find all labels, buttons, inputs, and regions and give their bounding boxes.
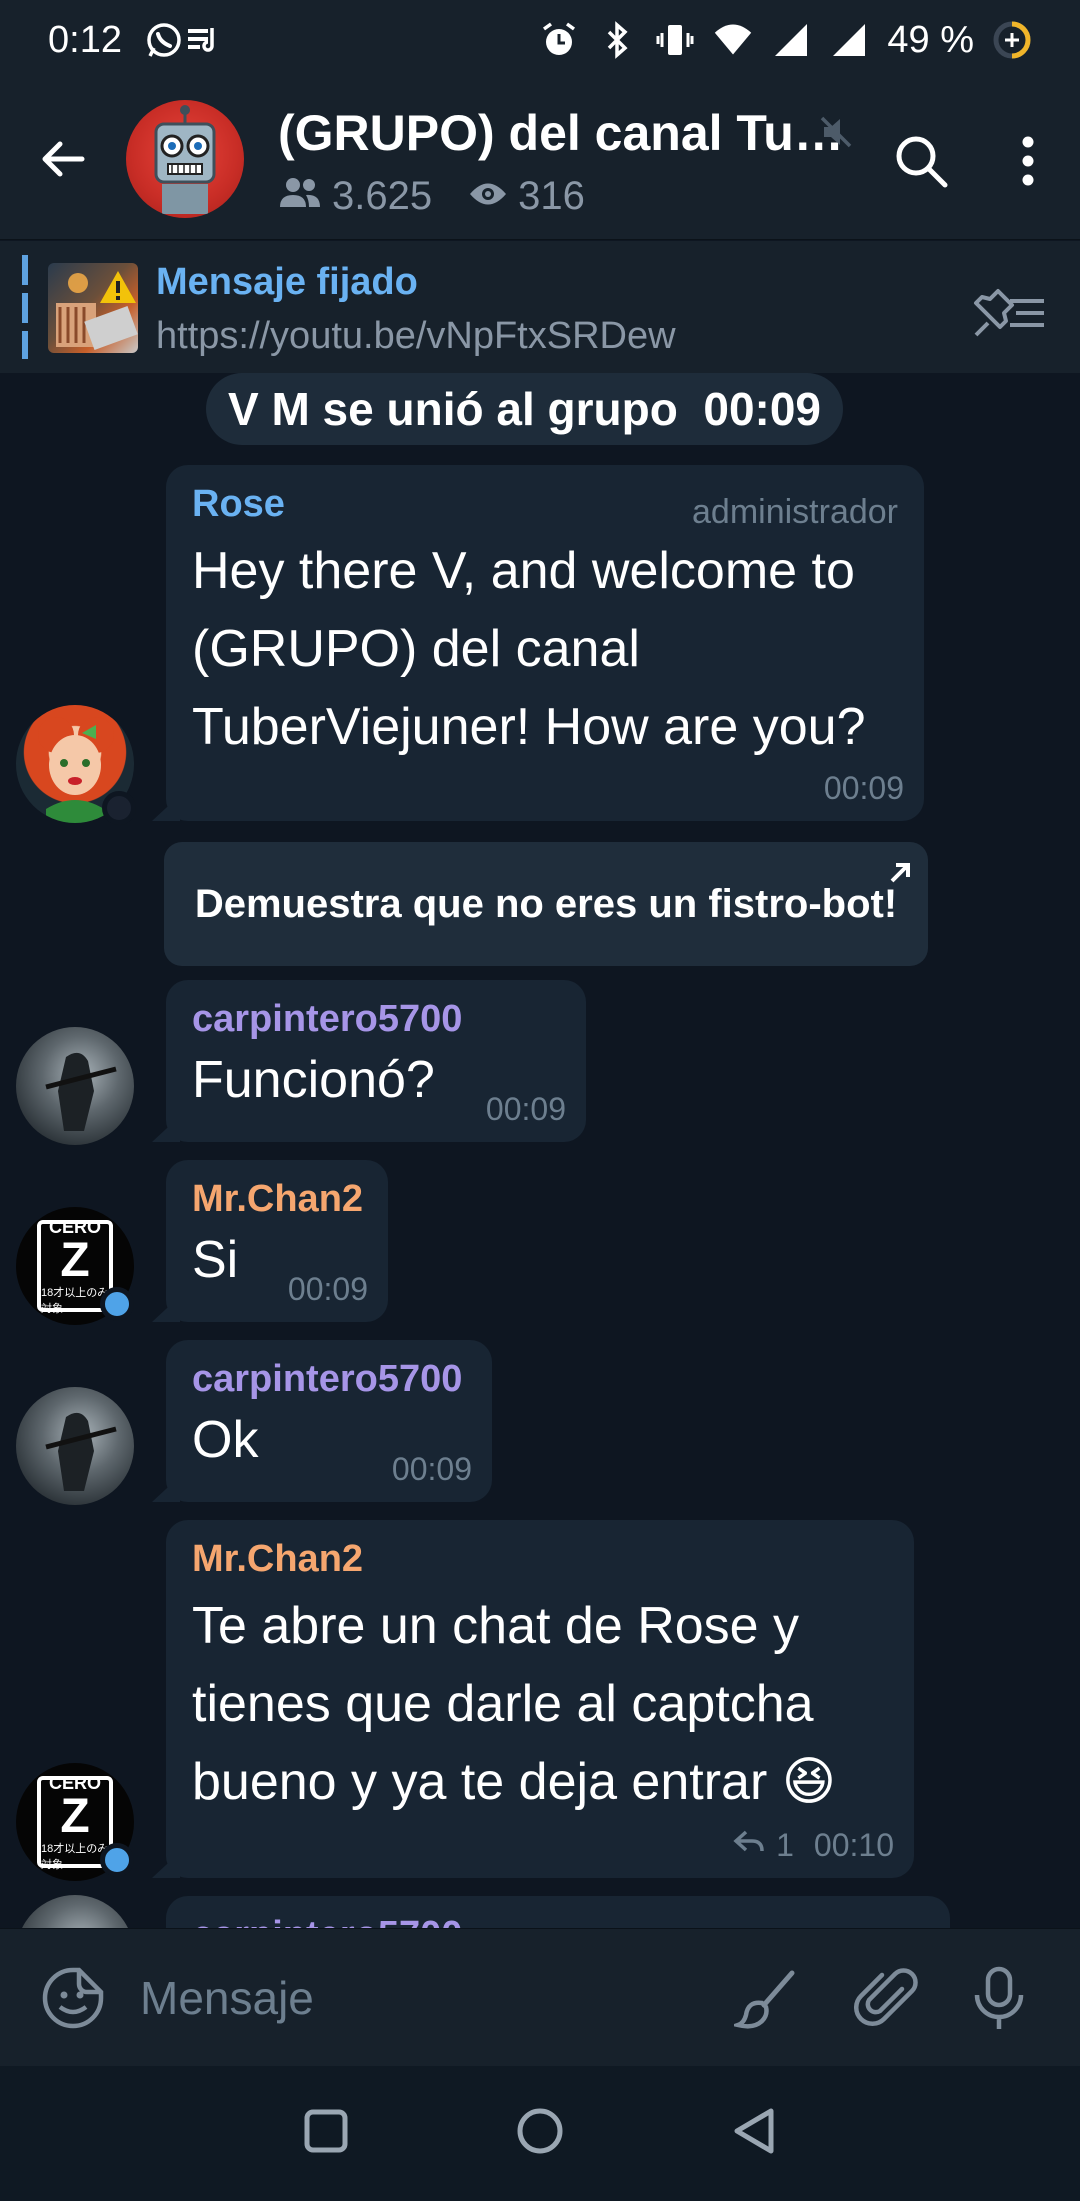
pinned-text[interactable]: https://youtu.be/vNpFtxSRDew: [156, 315, 676, 358]
message-time: 00:09: [823, 770, 904, 806]
message-bubble[interactable]: carpintero5700: [166, 1896, 950, 1928]
inline-keyboard-button[interactable]: Demuestra que no eres un fistro-bot!: [164, 842, 928, 966]
cero-mid: Z: [60, 1233, 90, 1287]
chat-subtitle: 3.625 316: [278, 174, 585, 219]
message-text: Hey there V, and welcome to (GRUPO) del …: [192, 542, 866, 756]
cero-bottom: 18才以上のみ対象: [41, 1286, 109, 1315]
whatsapp-icon: [144, 20, 184, 60]
avatar[interactable]: [16, 1387, 134, 1505]
sender-name[interactable]: Mr.Chan2: [192, 1178, 363, 1221]
message-time: 00:09: [485, 1091, 566, 1127]
bubble-tail: [152, 1852, 180, 1878]
group-avatar[interactable]: [126, 100, 244, 218]
cero-mid: Z: [60, 1789, 90, 1843]
eye-icon: [468, 174, 508, 219]
message-time: 00:09: [391, 1451, 472, 1487]
sender-name[interactable]: carpintero5700: [192, 998, 560, 1041]
mic-icon[interactable]: [964, 1963, 1034, 2033]
brush-icon[interactable]: [732, 1963, 802, 2033]
reply-icon[interactable]: [732, 1827, 766, 1864]
chat-title[interactable]: (GRUPO) del canal Tu…: [278, 104, 844, 162]
status-bar: 0:12 49 %: [0, 0, 1080, 80]
more-vert-icon[interactable]: [993, 126, 1063, 196]
reply-count[interactable]: 1: [776, 1827, 794, 1864]
message-input[interactable]: [140, 1959, 700, 2037]
sender-name[interactable]: carpintero5700: [192, 1358, 466, 1401]
wifi-icon: [713, 20, 753, 60]
sender-name[interactable]: Mr.Chan2: [192, 1538, 888, 1581]
message-bubble[interactable]: carpintero5700 Ok 00:09: [152, 1340, 492, 1502]
members-count: 3.625: [332, 174, 433, 218]
bluetooth-icon: [597, 20, 637, 60]
mute-icon: [818, 114, 854, 155]
admin-badge: administrador: [692, 493, 898, 531]
signal-icon: [829, 20, 869, 60]
nav-home-icon[interactable]: [515, 2106, 565, 2161]
service-message: V M se unió al grupo 00:09: [206, 373, 844, 445]
online-dot: [100, 1843, 134, 1877]
pinned-indicator: [22, 255, 28, 359]
bubble-tail: [152, 795, 180, 821]
pinned-message-bar[interactable]: Mensaje fijado https://youtu.be/vNpFtxSR…: [0, 241, 1080, 373]
inline-button-label: Demuestra que no eres un fistro-bot!: [194, 881, 898, 926]
bubble-tail: [152, 1296, 180, 1322]
message-composer: [0, 1928, 1080, 2066]
message-bubble[interactable]: carpintero5700 Funcionó? 00:09: [152, 980, 586, 1142]
status-dot: [102, 791, 136, 825]
online-count: 316: [518, 174, 585, 218]
chat-header: (GRUPO) del canal Tu… 3.625 316: [0, 80, 1080, 240]
cero-bottom: 18才以上のみ対象: [41, 1842, 109, 1871]
message-time: 00:09: [287, 1271, 368, 1307]
message-time: 00:10: [813, 1827, 894, 1863]
external-link-icon: [886, 852, 914, 897]
message-bubble[interactable]: Rose administrador Hey there V, and welc…: [152, 465, 924, 821]
bubble-tail: [152, 1116, 180, 1142]
nav-recents-icon[interactable]: [303, 2108, 349, 2159]
nav-back-icon[interactable]: [731, 2106, 777, 2161]
message-list[interactable]: V M se unió al grupo 00:09 Rose administ…: [0, 373, 1080, 1928]
pinned-thumbnail: [48, 263, 138, 353]
system-navigation-bar: [0, 2066, 1080, 2201]
message-bubble[interactable]: Mr.Chan2 Te abre un chat de Rose y tiene…: [152, 1520, 914, 1878]
alarm-icon: [539, 20, 579, 60]
status-time: 0:12: [48, 18, 122, 61]
music-list-icon: [184, 20, 224, 60]
vibrate-icon: [655, 20, 695, 60]
search-icon[interactable]: [886, 126, 956, 196]
avatar[interactable]: [16, 1895, 134, 1928]
message-meta: 1 00:10: [732, 1827, 894, 1864]
online-dot: [100, 1287, 134, 1321]
members-icon: [278, 174, 322, 219]
message-text: Te abre un chat de Rose y tienes que dar…: [192, 1597, 836, 1811]
avatar[interactable]: [16, 1027, 134, 1145]
pinned-label: Mensaje fijado: [156, 261, 418, 303]
signal-icon: [771, 20, 811, 60]
sticker-icon[interactable]: [40, 1965, 106, 2036]
sender-name[interactable]: carpintero5700: [192, 1914, 924, 1928]
message-bubble[interactable]: Mr.Chan2 Si 00:09: [152, 1160, 388, 1322]
unpin-icon[interactable]: [968, 283, 1048, 344]
attach-icon[interactable]: [852, 1963, 922, 2033]
back-arrow-icon[interactable]: [30, 126, 96, 192]
battery-percent: 49 %: [887, 18, 974, 61]
bubble-tail: [152, 1476, 180, 1502]
battery-icon: [992, 20, 1032, 60]
